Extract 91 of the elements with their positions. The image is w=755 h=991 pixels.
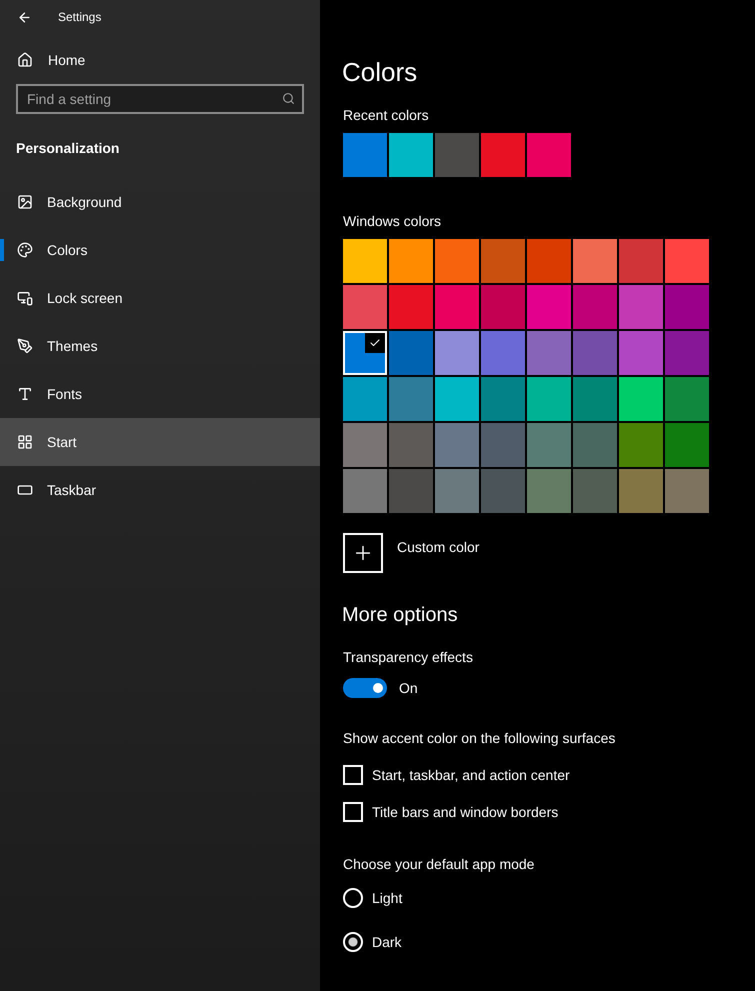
checkbox[interactable]: [343, 765, 363, 785]
color-swatch[interactable]: [527, 423, 571, 467]
nav-item[interactable]: Colors: [0, 226, 320, 274]
section-heading: More options: [342, 603, 459, 628]
color-swatch[interactable]: [665, 285, 709, 329]
color-swatch[interactable]: [527, 285, 571, 329]
section-label: Recent colors: [343, 106, 430, 125]
color-swatch[interactable]: [619, 377, 663, 421]
color-swatch[interactable]: [481, 331, 525, 375]
color-swatch[interactable]: [389, 469, 433, 513]
nav-item[interactable]: Start: [0, 418, 320, 466]
color-swatch[interactable]: [389, 423, 433, 467]
color-swatch[interactable]: [665, 377, 709, 421]
color-swatch[interactable]: [481, 423, 525, 467]
nav-item[interactable]: Themes: [0, 322, 320, 370]
setting-label: Transparency effects: [343, 648, 474, 667]
color-swatch[interactable]: [527, 331, 571, 375]
nav-item[interactable]: Taskbar: [0, 466, 320, 514]
color-swatch[interactable]: [389, 377, 433, 421]
home-nav-item[interactable]: Home: [0, 38, 320, 82]
color-swatch[interactable]: [435, 133, 479, 177]
color-swatch[interactable]: [435, 423, 479, 467]
palette-icon: [17, 242, 33, 258]
color-swatch[interactable]: [619, 469, 663, 513]
color-swatch[interactable]: [573, 239, 617, 283]
color-swatch[interactable]: [435, 469, 479, 513]
color-swatch[interactable]: [343, 331, 387, 375]
search-field[interactable]: Find a setting: [16, 84, 304, 114]
color-swatch[interactable]: [665, 423, 709, 467]
radio-label: Dark: [372, 933, 402, 952]
checkbox[interactable]: [343, 802, 363, 822]
page-title: Colors: [342, 56, 418, 89]
color-swatch[interactable]: [343, 239, 387, 283]
color-swatch[interactable]: [665, 469, 709, 513]
color-swatch[interactable]: [573, 377, 617, 421]
color-swatch[interactable]: [343, 377, 387, 421]
window-title: Settings: [58, 9, 102, 25]
color-swatch[interactable]: [619, 239, 663, 283]
color-swatch[interactable]: [481, 239, 525, 283]
color-swatch[interactable]: [573, 285, 617, 329]
color-swatch[interactable]: [481, 285, 525, 329]
picture-icon: [17, 194, 33, 210]
radio-label: Light: [372, 889, 402, 908]
home-icon: [17, 52, 33, 68]
color-swatch[interactable]: [619, 331, 663, 375]
nav-item[interactable]: Background: [0, 178, 320, 226]
color-swatch[interactable]: [481, 469, 525, 513]
radio-button[interactable]: [343, 888, 363, 908]
back-button[interactable]: [17, 10, 32, 24]
toggle-state: On: [399, 679, 418, 698]
color-swatch[interactable]: [343, 469, 387, 513]
color-swatch[interactable]: [343, 285, 387, 329]
color-swatch[interactable]: [665, 331, 709, 375]
color-swatch[interactable]: [527, 377, 571, 421]
color-swatch[interactable]: [435, 331, 479, 375]
color-swatch[interactable]: [343, 423, 387, 467]
toggle-switch[interactable]: [343, 678, 387, 698]
color-swatch[interactable]: [389, 331, 433, 375]
color-swatch[interactable]: [665, 239, 709, 283]
nav-item[interactable]: Lock screen: [0, 274, 320, 322]
color-swatch[interactable]: [527, 239, 571, 283]
color-swatch[interactable]: [389, 133, 433, 177]
color-swatch[interactable]: [573, 331, 617, 375]
setting-label: Show accent color on the following surfaces: [343, 729, 616, 748]
color-swatch[interactable]: [619, 285, 663, 329]
color-swatch[interactable]: [481, 133, 525, 177]
nav-item[interactable]: Fonts: [0, 370, 320, 418]
color-swatch[interactable]: [343, 133, 387, 177]
color-swatch[interactable]: [573, 469, 617, 513]
color-swatch[interactable]: [527, 469, 571, 513]
color-swatch[interactable]: [435, 239, 479, 283]
color-swatch[interactable]: [389, 239, 433, 283]
color-swatch[interactable]: [481, 377, 525, 421]
custom-color-button[interactable]: [343, 533, 383, 573]
section-label: Windows colors: [343, 212, 442, 231]
color-swatch[interactable]: [435, 285, 479, 329]
custom-color-label: Custom color: [397, 538, 480, 557]
checkbox-label: Title bars and window borders: [372, 803, 558, 822]
check-icon: [369, 337, 381, 349]
section-heading: Personalization: [15, 139, 120, 158]
color-swatch[interactable]: [435, 377, 479, 421]
radio-button[interactable]: [343, 932, 363, 952]
search-icon: [282, 92, 295, 105]
color-swatch[interactable]: [389, 285, 433, 329]
setting-label: Choose your default app mode: [343, 855, 536, 874]
color-swatch[interactable]: [619, 423, 663, 467]
checkbox-label: Start, taskbar, and action center: [372, 766, 570, 785]
color-swatch[interactable]: [527, 133, 571, 177]
start-icon: [17, 434, 33, 450]
color-swatch[interactable]: [573, 423, 617, 467]
fonts-icon: [17, 386, 33, 402]
